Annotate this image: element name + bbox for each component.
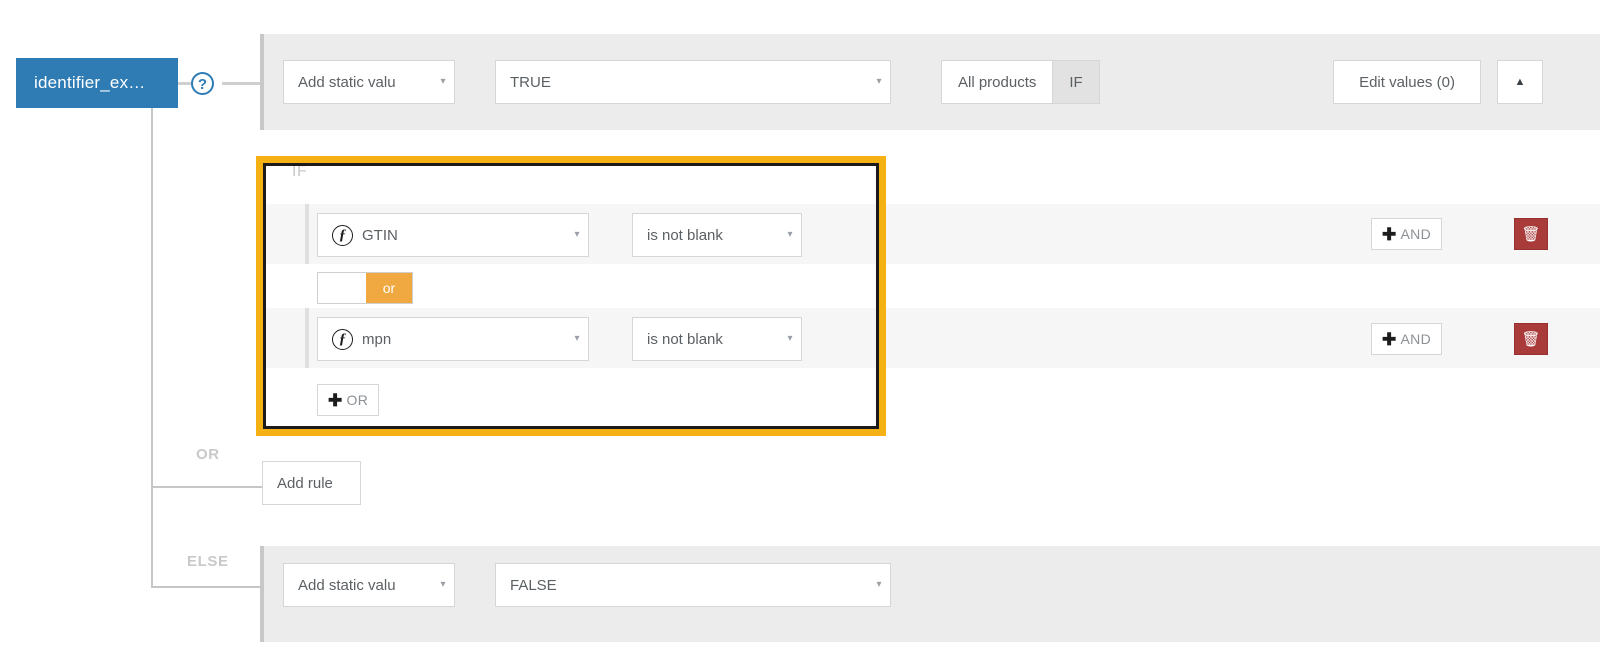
tree-trunk-line <box>151 104 153 587</box>
toggle-knob <box>318 273 366 303</box>
if-label: IF <box>292 163 307 181</box>
chevron-down-icon: ▾ <box>779 334 801 344</box>
condition-field-dropdown-1[interactable]: ƒ GTIN ▾ <box>317 213 589 257</box>
delete-rule-button-1[interactable]: 🗑 <box>1514 218 1548 250</box>
tree-branch-or <box>151 486 262 488</box>
question-mark-icon[interactable]: ? <box>191 72 214 95</box>
condition-field-dropdown-2[interactable]: ƒ mpn ▾ <box>317 317 589 361</box>
chevron-down-icon: ▾ <box>779 230 801 240</box>
trash-icon: 🗑 <box>1521 225 1540 243</box>
add-rule-label: Add rule <box>277 475 333 492</box>
chevron-down-icon: ▾ <box>868 77 890 87</box>
or-joiner-toggle[interactable]: or <box>317 272 413 304</box>
field-chip[interactable]: identifier_ex… <box>16 58 178 108</box>
condition-operator-dropdown-2[interactable]: is not blank ▾ <box>632 317 802 361</box>
chip-connector-left <box>178 82 192 85</box>
delete-rule-button-2[interactable]: 🗑 <box>1514 323 1548 355</box>
chevron-down-icon: ▾ <box>566 334 588 344</box>
or-joiner-label: or <box>366 273 412 303</box>
then-value-dropdown[interactable]: TRUE ▾ <box>495 60 891 104</box>
condition-operator-label-2: is not blank <box>633 331 779 348</box>
else-action-band <box>260 546 1600 642</box>
scope-segmented-control[interactable]: All products IF <box>941 60 1100 104</box>
function-icon: ƒ <box>332 225 353 246</box>
add-and-button-2[interactable]: ✚ AND <box>1371 323 1442 355</box>
else-source-label: Add static valu <box>284 577 432 594</box>
else-value-dropdown[interactable]: FALSE ▾ <box>495 563 891 607</box>
chevron-down-icon: ▾ <box>432 77 454 87</box>
then-source-dropdown[interactable]: Add static valu ▾ <box>283 60 455 104</box>
plus-icon: ✚ <box>1382 226 1397 243</box>
then-source-label: Add static valu <box>284 74 432 91</box>
chevron-down-icon: ▾ <box>868 580 890 590</box>
tree-branch-else <box>151 586 262 588</box>
condition-operator-label-1: is not blank <box>633 227 779 244</box>
condition-field-label-2: mpn <box>362 331 566 348</box>
add-rule-button[interactable]: Add rule <box>262 461 361 505</box>
or-branch-label: OR <box>196 446 220 463</box>
edit-values-label: Edit values (0) <box>1359 74 1455 91</box>
then-value-label: TRUE <box>496 74 868 91</box>
trash-icon: 🗑 <box>1521 330 1540 348</box>
caret-up-icon: ▲ <box>1509 77 1531 88</box>
add-and-button-1[interactable]: ✚ AND <box>1371 218 1442 250</box>
scope-option-all-products[interactable]: All products <box>942 61 1052 103</box>
else-source-dropdown[interactable]: Add static valu ▾ <box>283 563 455 607</box>
chip-connector-right <box>222 82 262 85</box>
add-or-button[interactable]: ✚ OR <box>317 384 379 416</box>
plus-icon: ✚ <box>1382 331 1397 348</box>
add-or-label: OR <box>347 392 369 408</box>
plus-icon: ✚ <box>328 392 343 409</box>
chevron-down-icon: ▾ <box>432 580 454 590</box>
add-and-label-2: AND <box>1401 331 1431 347</box>
collapse-button[interactable]: ▲ <box>1497 60 1543 104</box>
chevron-down-icon: ▾ <box>566 230 588 240</box>
else-branch-label: ELSE <box>187 553 229 570</box>
else-value-label: FALSE <box>496 577 868 594</box>
function-icon: ƒ <box>332 329 353 350</box>
add-and-label-1: AND <box>1401 226 1431 242</box>
scope-option-if[interactable]: IF <box>1052 61 1098 103</box>
condition-field-label-1: GTIN <box>362 227 566 244</box>
field-chip-label: identifier_ex… <box>34 73 145 93</box>
edit-values-button[interactable]: Edit values (0) <box>1333 60 1481 104</box>
condition-operator-dropdown-1[interactable]: is not blank ▾ <box>632 213 802 257</box>
